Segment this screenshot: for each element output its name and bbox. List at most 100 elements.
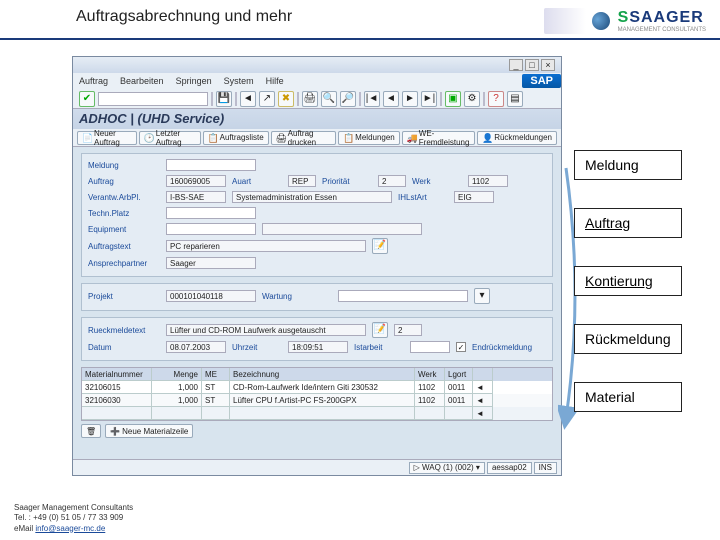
col-storage[interactable]: Lgort: [445, 368, 473, 381]
conf-count-input: 2: [394, 324, 422, 336]
shortcut-icon[interactable]: ⚙: [464, 91, 480, 107]
menu-bearbeiten[interactable]: Bearbeiten: [120, 76, 164, 86]
menu-springen[interactable]: Springen: [176, 76, 212, 86]
save-icon[interactable]: 💾: [216, 91, 232, 107]
order-text-input[interactable]: PC reparieren: [166, 240, 366, 252]
close-button[interactable]: ×: [541, 59, 555, 71]
help-icon[interactable]: ?: [488, 91, 504, 107]
command-field[interactable]: [98, 92, 208, 106]
equipment-input[interactable]: [166, 223, 256, 235]
maintenance-label: Wartung: [262, 292, 332, 301]
print-icon[interactable]: 🖨: [302, 91, 318, 107]
last-page-icon[interactable]: ►|: [421, 91, 437, 107]
create-session-icon[interactable]: ▣: [445, 91, 461, 107]
status-bar: ▷ WAQ (1) (002) ▾ aessap02 INS: [73, 459, 561, 475]
overlay-material: Material: [574, 382, 682, 412]
conf-text-input[interactable]: Lüfter und CD-ROM Laufwerk ausgetauscht: [166, 324, 366, 336]
enter-icon[interactable]: ✔: [79, 91, 95, 107]
overlay-rueckmeldung: Rückmeldung: [574, 324, 682, 354]
col-qty[interactable]: Menge: [152, 368, 202, 381]
contact-input[interactable]: Saager: [166, 257, 256, 269]
order-type-label: Auart: [232, 177, 282, 186]
new-material-button[interactable]: ➕Neue Materialzeile: [105, 424, 193, 438]
table-row[interactable]: 32106015 1,000 ST CD-Rom-Laufwerk Ide/in…: [82, 381, 552, 394]
minimize-button[interactable]: _: [509, 59, 523, 71]
notification-label: Meldung: [88, 161, 160, 170]
responsible-code-input[interactable]: I-BS-SAE: [166, 191, 226, 203]
slide-title: Auftragsabrechnung und mehr: [76, 8, 292, 26]
first-page-icon[interactable]: |◄: [364, 91, 380, 107]
menu-system[interactable]: System: [224, 76, 254, 86]
actual-work-label: Istarbeit: [354, 343, 404, 352]
menu-hilfe[interactable]: Hilfe: [266, 76, 284, 86]
find-icon[interactable]: 🔍: [321, 91, 337, 107]
prev-page-icon[interactable]: ◄: [383, 91, 399, 107]
project-input[interactable]: 000101040118: [166, 290, 256, 302]
sap-window: _ □ × Auftrag Bearbeiten Springen System…: [72, 56, 562, 476]
maximize-button[interactable]: □: [525, 59, 539, 71]
footer-email-link[interactable]: info@saager-mc.de: [35, 524, 105, 533]
time-input[interactable]: 18:09:51: [288, 341, 348, 353]
table-row[interactable]: 32106030 1,000 ST Lüfter CPU f.Artist-PC…: [82, 394, 552, 407]
col-desc[interactable]: Bezeichnung: [230, 368, 415, 381]
funcloc-input[interactable]: [166, 207, 256, 219]
actual-work-input[interactable]: [410, 341, 450, 353]
col-uom[interactable]: ME: [202, 368, 230, 381]
notifications-button[interactable]: 📋Meldungen: [338, 131, 400, 145]
longtext-icon[interactable]: 📝: [372, 322, 388, 338]
order-list-button[interactable]: 📋Auftragsliste: [203, 131, 269, 145]
project-group: Projekt 000101040118 Wartung ▾: [81, 283, 553, 311]
external-service-button[interactable]: 🚚WE-Fremdleistung: [402, 131, 475, 145]
confirmation-group: Rueckmeldetext Lüfter und CD-ROM Laufwer…: [81, 317, 553, 361]
final-conf-label: Endrückmeldung: [472, 343, 532, 352]
ihlstart-label: IHLstArt: [398, 193, 448, 202]
truck-icon: 🚚: [407, 133, 417, 143]
window-titlebar: _ □ ×: [73, 57, 561, 73]
priority-input[interactable]: 2: [378, 175, 406, 187]
final-conf-checkbox[interactable]: ✓: [456, 342, 466, 352]
maintenance-input[interactable]: [338, 290, 468, 302]
priority-label: Priorität: [322, 177, 372, 186]
order-input[interactable]: 160069005: [166, 175, 226, 187]
sap-logo: SAP: [522, 74, 561, 88]
overlay-meldung: Meldung: [574, 150, 682, 180]
back-icon[interactable]: ◄: [240, 91, 256, 107]
order-type-input[interactable]: REP: [288, 175, 316, 187]
menu-auftrag[interactable]: Auftrag: [79, 76, 108, 86]
layout-icon[interactable]: ▤: [507, 91, 523, 107]
footer-email-label: eMail: [14, 524, 35, 533]
order-label: Auftrag: [88, 177, 160, 186]
exit-icon[interactable]: ↗: [259, 91, 275, 107]
confirmations-button[interactable]: 👤Rückmeldungen: [477, 131, 557, 145]
ihlstart-input[interactable]: EIG: [454, 191, 494, 203]
responsible-label: Verantw.ArbPl.: [88, 193, 160, 202]
date-input[interactable]: 08.07.2003: [166, 341, 226, 353]
status-conn[interactable]: ▷ WAQ (1) (002) ▾: [409, 462, 485, 474]
plant-label: Werk: [412, 177, 462, 186]
footer-company: Saager Management Consultants: [14, 503, 133, 513]
cancel-icon[interactable]: ✖: [278, 91, 294, 107]
find-next-icon[interactable]: 🔎: [340, 91, 356, 107]
print-icon: 🖨: [276, 133, 286, 143]
dropdown-icon[interactable]: ▾: [474, 288, 490, 304]
add-icon: ➕: [110, 427, 120, 436]
table-row[interactable]: ◄ ►: [82, 407, 552, 420]
new-order-button[interactable]: 📄Neuer Auftrag: [77, 131, 137, 145]
app-title: ADHOC | (UHD Service): [73, 109, 561, 129]
order-text-label: Auftragstext: [88, 242, 160, 251]
funcloc-label: Techn.Platz: [88, 209, 160, 218]
col-plant[interactable]: Werk: [415, 368, 445, 381]
last-order-button[interactable]: 🕑Letzter Auftrag: [139, 131, 201, 145]
contact-label: Ansprechpartner: [88, 259, 160, 268]
plant-input[interactable]: 1102: [468, 175, 508, 187]
delete-row-button[interactable]: 🗑: [81, 424, 101, 438]
longtext-icon[interactable]: 📝: [372, 238, 388, 254]
col-material[interactable]: Materialnummer: [82, 368, 152, 381]
equipment-desc-input: [262, 223, 422, 235]
status-server: aessap02: [487, 462, 532, 474]
next-page-icon[interactable]: ►: [402, 91, 418, 107]
project-label: Projekt: [88, 292, 160, 301]
notification-input[interactable]: [166, 159, 256, 171]
print-order-button[interactable]: 🖨Auftrag drucken: [271, 131, 337, 145]
list-icon: 📋: [208, 133, 218, 143]
